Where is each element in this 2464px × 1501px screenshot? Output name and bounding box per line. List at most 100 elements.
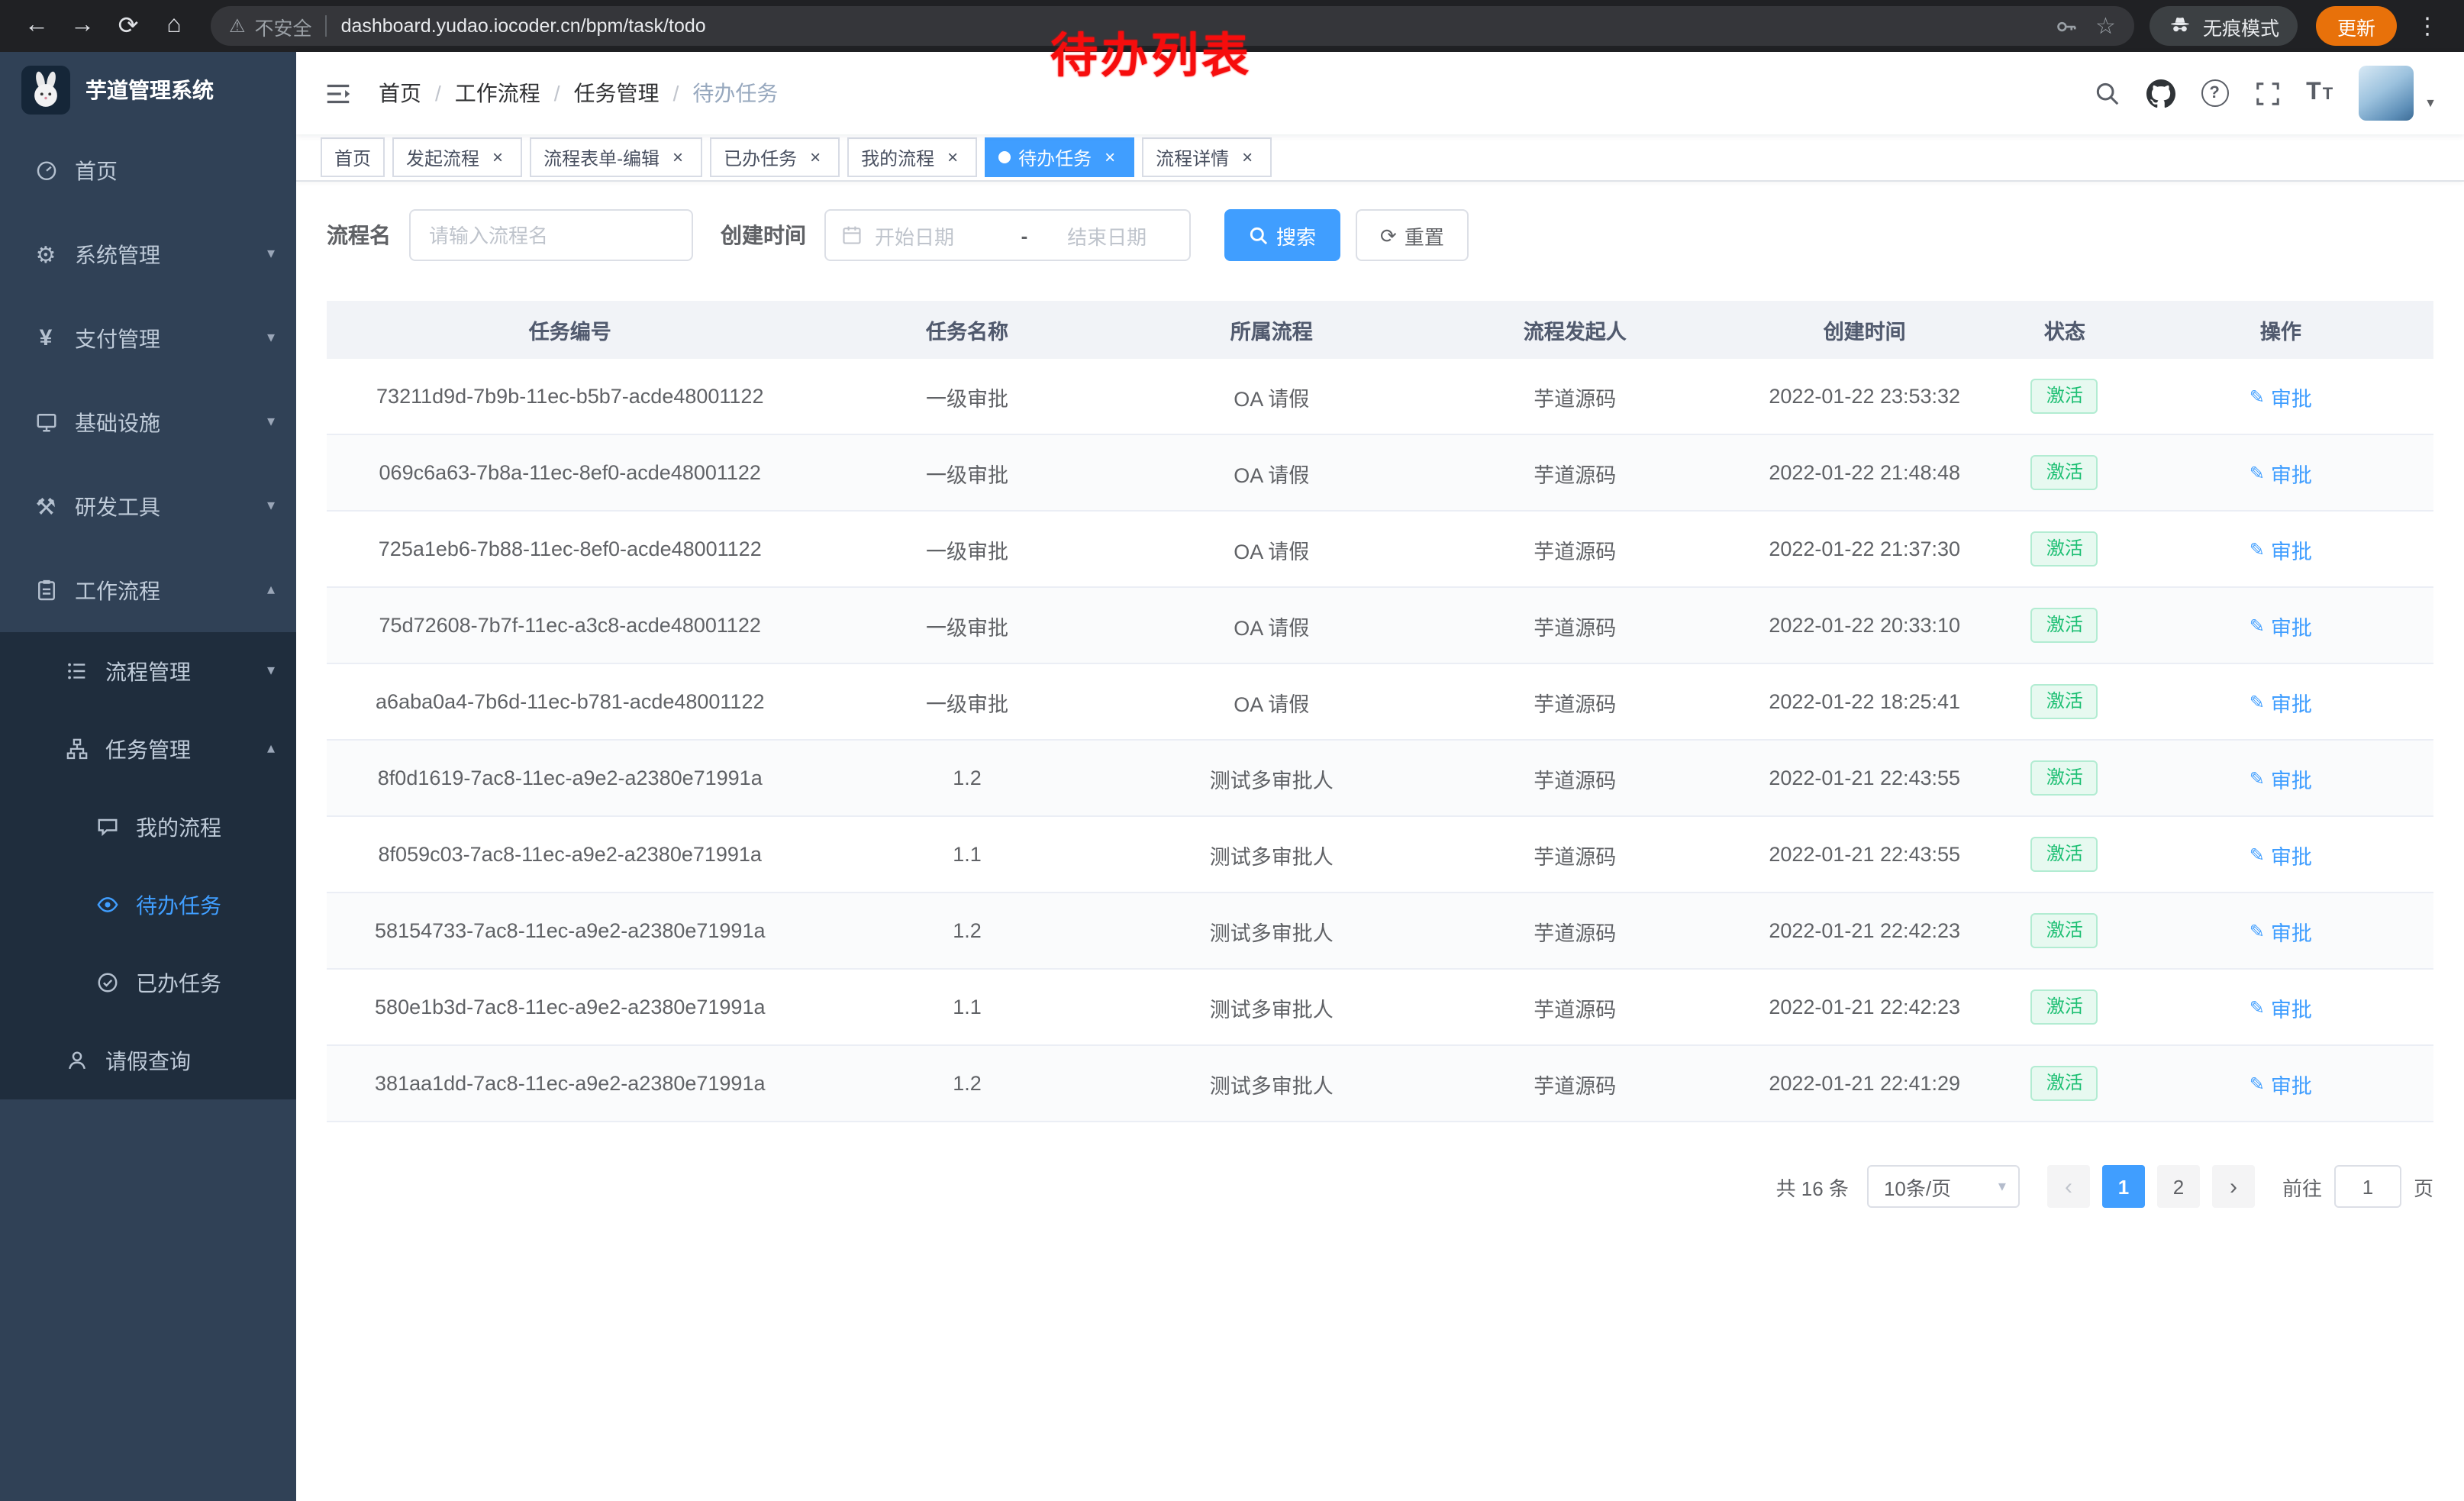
sidebar-item-done-task[interactable]: 已办任务	[0, 944, 296, 1022]
sidebar-item-workflow[interactable]: 工作流程 ▴	[0, 548, 296, 632]
cell-initiator: 芋道源码	[1422, 511, 1727, 587]
edit-icon: ✎	[2250, 1074, 2265, 1093]
sidebar-item-my-process[interactable]: 我的流程	[0, 788, 296, 866]
process-name-input[interactable]	[409, 209, 693, 261]
breadcrumb-separator: /	[554, 81, 560, 105]
status-badge: 激活	[2031, 1067, 2098, 1101]
tab-home[interactable]: 首页	[321, 137, 385, 177]
table-row: 58154733-7ac8-11ec-a9e2-a2380e71991a 1.2…	[327, 893, 2433, 969]
approve-link[interactable]: ✎审批	[2250, 763, 2312, 793]
avatar-caret-icon[interactable]: ▼	[2424, 96, 2437, 110]
cell-actions: ✎审批	[2128, 816, 2433, 893]
tab-my-process[interactable]: 我的流程 ×	[847, 137, 977, 177]
help-icon[interactable]: ?	[2201, 79, 2228, 107]
end-date-placeholder[interactable]: 结束日期	[1040, 221, 1174, 250]
sidebar-item-leave-query[interactable]: 请假查询	[0, 1022, 296, 1099]
close-icon[interactable]: ×	[1237, 147, 1258, 168]
fullscreen-icon[interactable]	[2254, 80, 2280, 106]
sidebar-item-devtools[interactable]: ⚒ 研发工具 ▾	[0, 464, 296, 548]
tab-form-edit[interactable]: 流程表单-编辑 ×	[530, 137, 702, 177]
table-row: 8f059c03-7ac8-11ec-a9e2-a2380e71991a 1.1…	[327, 816, 2433, 893]
approve-link[interactable]: ✎审批	[2250, 610, 2312, 641]
close-icon[interactable]: ×	[1099, 147, 1121, 168]
forward-icon[interactable]: →	[61, 5, 104, 47]
address-bar[interactable]: ⚠ 不安全 dashboard.yudao.iocoder.cn/bpm/tas…	[211, 6, 2134, 46]
approve-link[interactable]: ✎审批	[2250, 915, 2312, 946]
next-page-button[interactable]: ›	[2212, 1165, 2255, 1208]
sidebar-item-payment[interactable]: ¥ 支付管理 ▾	[0, 296, 296, 380]
cell-process: OA 请假	[1121, 587, 1422, 663]
sidebar-toggle-icon[interactable]	[296, 52, 379, 134]
dashboard-icon	[31, 159, 61, 182]
org-chart-icon	[61, 738, 92, 760]
approve-link[interactable]: ✎审批	[2250, 1068, 2312, 1099]
close-icon[interactable]: ×	[805, 147, 826, 168]
person-icon	[61, 1049, 92, 1072]
breadcrumb-task-mgmt[interactable]: 任务管理	[574, 78, 660, 108]
menu-kebab-icon[interactable]: ⋮	[2406, 5, 2449, 47]
cell-actions: ✎审批	[2128, 511, 2433, 587]
goto-unit: 页	[2414, 1172, 2433, 1201]
user-avatar[interactable]	[2359, 66, 2414, 121]
sidebar-item-todo-task[interactable]: 待办任务	[0, 866, 296, 944]
tab-start-process[interactable]: 发起流程 ×	[392, 137, 522, 177]
approve-link[interactable]: ✎审批	[2250, 992, 2312, 1022]
search-icon[interactable]	[2094, 80, 2120, 106]
prev-page-button[interactable]: ‹	[2047, 1165, 2090, 1208]
page-size-select[interactable]: 10条/页 ▾	[1867, 1165, 2020, 1208]
page-2-button[interactable]: 2	[2157, 1165, 2200, 1208]
search-button[interactable]: 搜索	[1224, 209, 1340, 261]
cell-created: 2022-01-21 22:42:23	[1727, 969, 2001, 1045]
edit-icon: ✎	[2250, 540, 2265, 558]
breadcrumb-separator: /	[673, 81, 679, 105]
cell-actions: ✎审批	[2128, 969, 2433, 1045]
cell-initiator: 芋道源码	[1422, 663, 1727, 740]
font-size-icon[interactable]: TT	[2306, 79, 2333, 107]
close-icon[interactable]: ×	[942, 147, 963, 168]
sidebar-item-home[interactable]: 首页	[0, 128, 296, 212]
incognito-icon	[2168, 11, 2192, 40]
tab-done-task[interactable]: 已办任务 ×	[710, 137, 840, 177]
col-initiator: 流程发起人	[1422, 301, 1727, 359]
sidebar-item-infra[interactable]: 基础设施 ▾	[0, 380, 296, 464]
close-icon[interactable]: ×	[487, 147, 508, 168]
sidebar: 芋道管理系统 首页 ⚙ 系统管理 ▾ ¥ 支付管理 ▾	[0, 52, 296, 1501]
tab-process-detail[interactable]: 流程详情 ×	[1142, 137, 1272, 177]
reload-icon[interactable]: ⟳	[107, 5, 150, 47]
approve-link[interactable]: ✎审批	[2250, 839, 2312, 870]
page-1-button[interactable]: 1	[2102, 1165, 2145, 1208]
chrome-update-button[interactable]: 更新	[2316, 6, 2397, 46]
tab-todo-task[interactable]: 待办任务 ×	[985, 137, 1134, 177]
approve-link[interactable]: ✎审批	[2250, 381, 2312, 412]
breadcrumb-separator: /	[435, 81, 441, 105]
approve-link[interactable]: ✎审批	[2250, 686, 2312, 717]
cell-task-name: 1.2	[814, 740, 1121, 816]
col-status: 状态	[2001, 301, 2128, 359]
close-icon[interactable]: ×	[667, 147, 689, 168]
start-date-placeholder[interactable]: 开始日期	[875, 221, 1009, 250]
home-icon[interactable]: ⌂	[153, 5, 195, 47]
cell-task-id: 58154733-7ac8-11ec-a9e2-a2380e71991a	[327, 893, 814, 969]
cell-process: OA 请假	[1121, 359, 1422, 434]
bookmark-star-icon[interactable]: ☆	[2095, 12, 2116, 40]
sidebar-item-system[interactable]: ⚙ 系统管理 ▾	[0, 212, 296, 296]
chevron-down-icon: ▾	[267, 330, 275, 347]
password-key-icon[interactable]	[2054, 15, 2077, 37]
github-icon[interactable]	[2146, 79, 2175, 108]
reset-button[interactable]: ⟳ 重置	[1356, 209, 1469, 261]
tasks-table-body: 73211d9d-7b9b-11ec-b5b7-acde48001122 一级审…	[327, 359, 2433, 1122]
goto-page-input[interactable]	[2334, 1165, 2401, 1208]
sidebar-item-task-mgmt[interactable]: 任务管理 ▴	[0, 710, 296, 788]
cell-created: 2022-01-21 22:43:55	[1727, 816, 2001, 893]
sidebar-item-process-mgmt[interactable]: 流程管理 ▾	[0, 632, 296, 710]
back-icon[interactable]: ←	[15, 5, 58, 47]
chevron-down-icon: ▾	[267, 498, 275, 515]
approve-link[interactable]: ✎审批	[2250, 457, 2312, 488]
cell-process: OA 请假	[1121, 511, 1422, 587]
breadcrumb-workflow[interactable]: 工作流程	[455, 78, 540, 108]
date-range-picker[interactable]: 开始日期 - 结束日期	[824, 209, 1191, 261]
cell-actions: ✎审批	[2128, 1045, 2433, 1122]
breadcrumb-home[interactable]: 首页	[379, 78, 421, 108]
cell-process: 测试多审批人	[1121, 969, 1422, 1045]
approve-link[interactable]: ✎审批	[2250, 534, 2312, 564]
